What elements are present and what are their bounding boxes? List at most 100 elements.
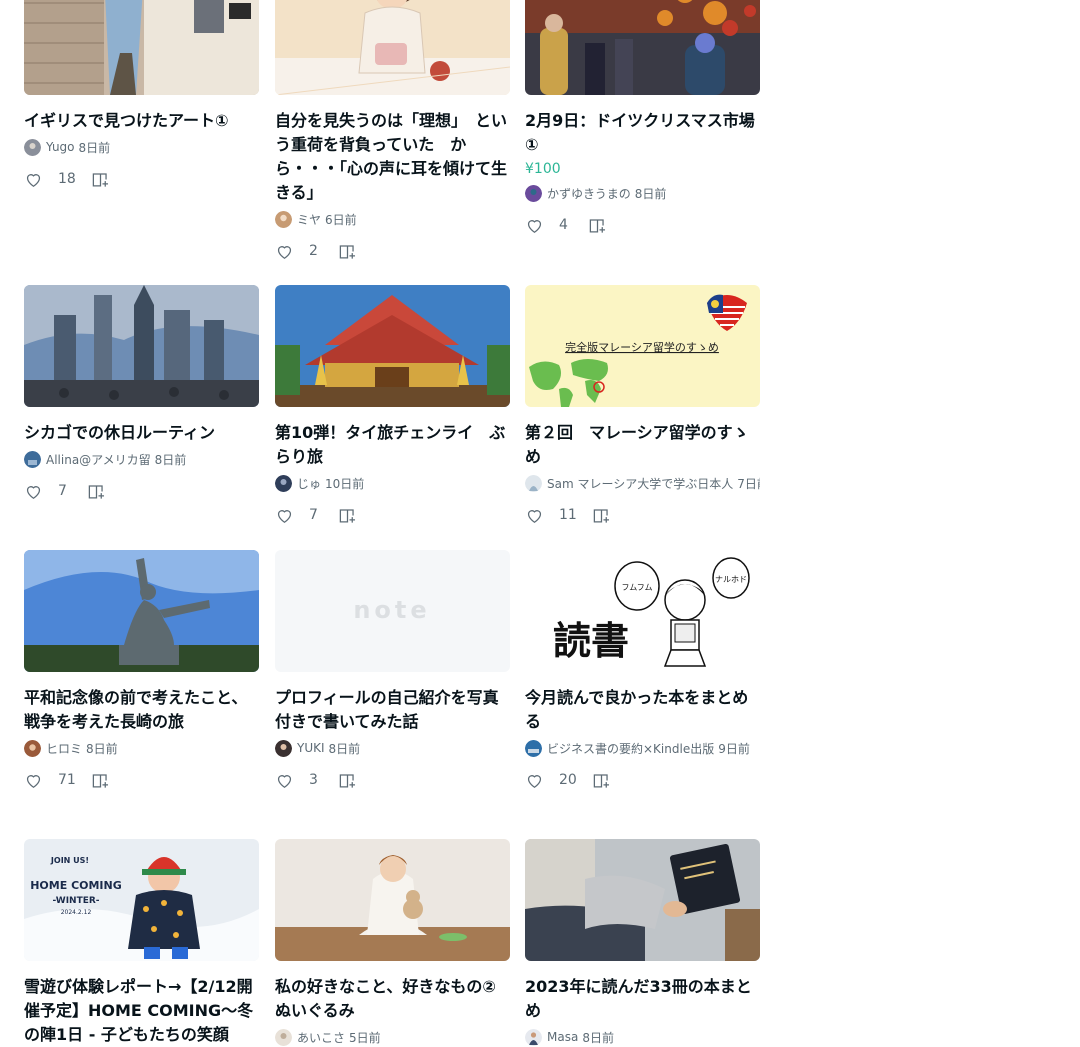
article-title[interactable]: シカゴでの休日ルーティン bbox=[24, 421, 259, 445]
heart-icon bbox=[527, 774, 542, 788]
like-button[interactable]: 7 bbox=[24, 482, 72, 501]
add-to-magazine-button[interactable] bbox=[338, 242, 357, 261]
article-actions: 18 bbox=[24, 168, 259, 190]
article-card: 2月9日：ドイツクリスマス市場① ¥100 かずゆきうまの 8日前 4 bbox=[525, 0, 760, 236]
avatar[interactable] bbox=[24, 739, 41, 757]
add-to-magazine-button[interactable] bbox=[588, 216, 607, 235]
article-title[interactable]: イギリスで見つけたアート① bbox=[24, 109, 259, 133]
like-button[interactable]: 71 bbox=[24, 771, 76, 790]
article-thumbnail[interactable] bbox=[275, 0, 510, 95]
article-actions: 4 bbox=[525, 214, 760, 236]
author-name[interactable]: Yugo bbox=[46, 140, 75, 154]
snow-kid-image: JOIN US! HOME COMING -WINTER- 2024.2.12 bbox=[24, 839, 259, 961]
author-line: ミヤ 6日前 bbox=[275, 210, 510, 228]
article-title[interactable]: 今月読んで良かった本をまとめる bbox=[525, 686, 760, 734]
article-title[interactable]: 2023年に読んだ33冊の本まとめ bbox=[525, 975, 760, 1023]
article-thumbnail[interactable] bbox=[24, 550, 259, 672]
article-thumbnail[interactable] bbox=[24, 0, 259, 95]
reading-illustration-image: 読書 フムフム ナルホド bbox=[525, 550, 760, 672]
add-to-magazine-button[interactable] bbox=[338, 771, 357, 790]
post-age: 5日前 bbox=[349, 1030, 381, 1045]
thumb-caption: HOME COMING bbox=[30, 879, 122, 892]
like-count: 7 bbox=[58, 483, 67, 499]
thumb-sub: JOIN US! bbox=[50, 856, 89, 865]
article-thumbnail[interactable] bbox=[525, 0, 760, 95]
article-thumbnail[interactable] bbox=[275, 285, 510, 407]
city-skyline-image bbox=[24, 285, 259, 407]
malaysia-study-image: 完全版マレーシア留学のすゝめ bbox=[525, 285, 760, 407]
author-name[interactable]: Masa bbox=[547, 1030, 578, 1044]
heart-icon bbox=[26, 774, 41, 788]
avatar[interactable] bbox=[525, 474, 542, 492]
like-button[interactable]: 18 bbox=[24, 170, 76, 189]
avatar[interactable] bbox=[275, 210, 292, 228]
author-name[interactable]: Allina@アメリカ留 bbox=[46, 451, 151, 468]
article-title[interactable]: プロフィールの自己紹介を写真付きで書いてみた話 bbox=[275, 686, 510, 734]
post-age: 8日前 bbox=[582, 1030, 614, 1045]
author-name[interactable]: ビジネス書の要約×Kindle出版 bbox=[547, 740, 714, 757]
article-card: 平和記念像の前で考えたこと、戦争を考えた長崎の旅 ヒロミ 8日前 71 bbox=[24, 550, 259, 791]
article-card: note プロフィールの自己紹介を写真付きで書いてみた話 YUKI 8日前 3 bbox=[275, 550, 510, 791]
magazine-add-icon bbox=[92, 172, 108, 187]
like-button[interactable]: 2 bbox=[275, 242, 323, 261]
thumb-caption: 完全版マレーシア留学のすゝめ bbox=[565, 340, 719, 354]
author-line: かずゆきうまの 8日前 bbox=[525, 184, 760, 202]
avatar[interactable] bbox=[24, 138, 41, 156]
like-button[interactable]: 20 bbox=[525, 771, 577, 790]
thumb-caption: 読書 bbox=[553, 619, 629, 663]
author-name[interactable]: Sam マレーシア大学で学ぶ日本人 bbox=[547, 475, 733, 492]
like-count: 71 bbox=[58, 772, 76, 788]
like-button[interactable]: 3 bbox=[275, 771, 323, 790]
add-to-magazine-button[interactable] bbox=[91, 771, 110, 790]
article-actions: 7 bbox=[275, 504, 510, 526]
magazine-add-icon bbox=[339, 508, 356, 523]
article-title[interactable]: 雪遊び体験レポート→【2/12開催予定】HOME COMING〜冬の陣1日 - … bbox=[24, 975, 259, 1047]
article-thumbnail[interactable]: note bbox=[275, 550, 510, 672]
article-title[interactable]: 2月9日：ドイツクリスマス市場① bbox=[525, 109, 760, 157]
article-thumbnail[interactable]: 読書 フムフム ナルホド bbox=[525, 550, 760, 672]
add-to-magazine-button[interactable] bbox=[87, 482, 106, 501]
avatar[interactable] bbox=[275, 474, 292, 492]
avatar[interactable] bbox=[275, 1028, 292, 1046]
author-name[interactable]: ヒロミ bbox=[46, 740, 82, 757]
like-button[interactable]: 7 bbox=[275, 506, 323, 525]
avatar[interactable] bbox=[525, 1028, 542, 1046]
article-card: シカゴでの休日ルーティン Allina@アメリカ留 8日前 7 bbox=[24, 285, 259, 502]
article-thumbnail[interactable]: JOIN US! HOME COMING -WINTER- 2024.2.12 bbox=[24, 839, 259, 961]
post-age: 10日前 bbox=[325, 476, 365, 491]
article-thumbnail[interactable]: 完全版マレーシア留学のすゝめ bbox=[525, 285, 760, 407]
author-name[interactable]: じゅ bbox=[297, 475, 321, 492]
speech-bubble-right: ナルホド bbox=[715, 575, 747, 584]
article-card: 読書 フムフム ナルホド 今月読んで良かった本をまとめる ビジネス書の要約×Ki… bbox=[525, 550, 760, 791]
author-name[interactable]: かずゆきうまの bbox=[547, 185, 631, 202]
author-name[interactable]: ミヤ bbox=[297, 211, 321, 228]
add-to-magazine-button[interactable] bbox=[592, 771, 611, 790]
author-line: じゅ 10日前 bbox=[275, 474, 510, 492]
magazine-add-icon bbox=[88, 484, 105, 499]
like-button[interactable]: 11 bbox=[525, 506, 577, 525]
article-title[interactable]: 自分を見失うのは「理想」 という重荷を背負っていた から・・・「心の声に耳を傾け… bbox=[275, 109, 510, 205]
avatar[interactable] bbox=[275, 739, 292, 757]
article-title[interactable]: 平和記念像の前で考えたこと、戦争を考えた長崎の旅 bbox=[24, 686, 259, 734]
avatar[interactable] bbox=[24, 450, 41, 468]
article-thumbnail[interactable] bbox=[525, 839, 760, 961]
avatar[interactable] bbox=[525, 184, 542, 202]
article-thumbnail[interactable] bbox=[24, 285, 259, 407]
magazine-add-icon bbox=[339, 773, 356, 788]
thai-temple-image bbox=[275, 285, 510, 407]
article-title[interactable]: 第10弾！タイ旅チェンライ ぶらり旅 bbox=[275, 421, 510, 469]
add-to-magazine-button[interactable] bbox=[338, 506, 357, 525]
reading-book-image bbox=[525, 839, 760, 961]
magazine-add-icon bbox=[593, 508, 609, 523]
avatar[interactable] bbox=[525, 739, 542, 757]
author-line: Allina@アメリカ留 8日前 bbox=[24, 450, 259, 468]
author-name[interactable]: あいこさ bbox=[297, 1029, 345, 1046]
article-title[interactable]: 私の好きなこと、好きなもの② ぬいぐるみ bbox=[275, 975, 510, 1023]
article-thumbnail[interactable] bbox=[275, 839, 510, 961]
add-to-magazine-button[interactable] bbox=[592, 506, 611, 525]
add-to-magazine-button[interactable] bbox=[91, 170, 110, 189]
author-name[interactable]: YUKI bbox=[297, 741, 325, 755]
article-card: 私の好きなこと、好きなもの② ぬいぐるみ あいこさ 5日前 bbox=[275, 839, 510, 1046]
article-title[interactable]: 第２回 マレーシア留学のすゝめ bbox=[525, 421, 760, 469]
like-button[interactable]: 4 bbox=[525, 216, 573, 235]
